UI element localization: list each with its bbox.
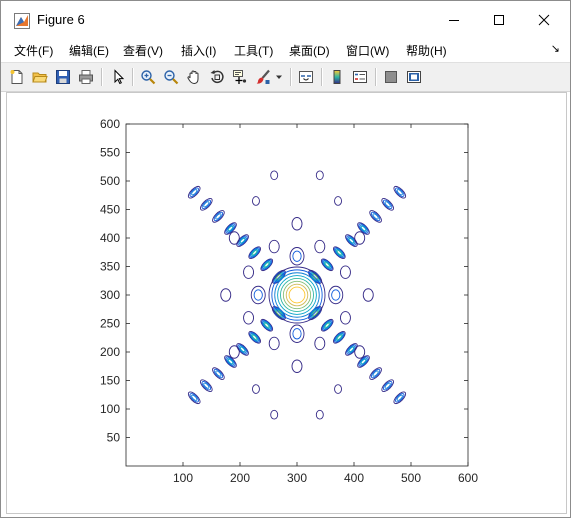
zoom-out-icon — [164, 70, 179, 85]
y-tick-label: 350 — [100, 260, 120, 274]
axes-background — [126, 124, 468, 466]
matlab-figure-icon — [14, 13, 30, 29]
toolbar-separator — [321, 68, 323, 86]
pan-button[interactable] — [184, 67, 204, 87]
y-tick-label: 150 — [100, 374, 120, 388]
x-tick-label: 400 — [344, 471, 364, 485]
menu-file[interactable]: 文件(F) — [14, 42, 53, 59]
x-tick-label: 500 — [401, 471, 421, 485]
insert-legend-button[interactable] — [350, 67, 370, 87]
minimize-icon — [449, 20, 459, 21]
y-tick-label: 450 — [100, 203, 120, 217]
y-tick-label: 200 — [100, 345, 120, 359]
brush-button[interactable] — [253, 67, 273, 87]
insert-colorbar-icon — [333, 70, 341, 84]
menu-insert[interactable]: 插入(I) — [181, 42, 216, 59]
new-figure-icon — [10, 70, 23, 84]
print-button[interactable] — [76, 67, 96, 87]
window-title: Figure 6 — [37, 12, 85, 27]
y-tick-label: 600 — [100, 117, 120, 131]
link-plot-icon — [299, 71, 313, 83]
close-icon — [538, 14, 550, 26]
zoom-in-icon — [141, 70, 156, 85]
open-file-button[interactable] — [30, 67, 50, 87]
show-plot-tools-icon — [407, 71, 421, 83]
toolbar-separator — [290, 68, 292, 86]
toolbar-separator — [375, 68, 377, 86]
zoom-out-button[interactable] — [161, 67, 181, 87]
y-tick-label: 250 — [100, 317, 120, 331]
data-cursor-icon — [233, 70, 247, 84]
hide-plot-tools-button[interactable] — [381, 67, 401, 87]
y-tick-label: 400 — [100, 231, 120, 245]
title-bar[interactable]: Figure 6 — [1, 1, 570, 39]
y-tick-label: 100 — [100, 402, 120, 416]
link-plot-button[interactable] — [296, 67, 316, 87]
y-tick-label: 300 — [100, 288, 120, 302]
close-button[interactable] — [521, 5, 567, 35]
save-button[interactable] — [53, 67, 73, 87]
y-tick-label: 50 — [107, 431, 121, 445]
contour-plot[interactable]: 100 200 300 400 500 600 50 100 150 200 250 300 350 40… — [7, 93, 566, 513]
x-tick-label: 600 — [458, 471, 478, 485]
insert-colorbar-button[interactable] — [327, 67, 347, 87]
pan-hand-icon — [187, 70, 199, 85]
show-plot-tools-button[interactable] — [404, 67, 424, 87]
brush-dropdown-icon — [276, 75, 282, 79]
menu-edit[interactable]: 编辑(E) — [69, 42, 109, 59]
maximize-button[interactable] — [476, 5, 522, 35]
menu-tools[interactable]: 工具(T) — [234, 42, 273, 59]
brush-dropdown-button[interactable] — [273, 67, 285, 87]
figure-window: Figure 6 文件(F) 编辑(E) 查看(V) 插入(I) 工具(T) 桌… — [0, 0, 571, 518]
insert-legend-icon — [353, 71, 367, 83]
select-arrow-icon — [114, 69, 125, 85]
menu-window[interactable]: 窗口(W) — [346, 42, 389, 59]
x-tick-label: 200 — [230, 471, 250, 485]
y-tick-label: 500 — [100, 174, 120, 188]
zoom-in-button[interactable] — [138, 67, 158, 87]
save-icon — [56, 70, 70, 84]
menu-help[interactable]: 帮助(H) — [406, 42, 447, 59]
hide-plot-tools-icon — [385, 71, 397, 83]
data-cursor-button[interactable] — [230, 67, 250, 87]
x-tick-label: 100 — [173, 471, 193, 485]
toolbar-separator — [132, 68, 134, 86]
toolbar-separator — [101, 68, 103, 86]
menu-view[interactable]: 查看(V) — [123, 42, 163, 59]
menu-overflow-arrow[interactable]: ↘ — [551, 42, 560, 55]
figure-canvas[interactable]: 100 200 300 400 500 600 50 100 150 200 250 300 350 40… — [6, 92, 567, 514]
minimize-button[interactable] — [431, 5, 477, 35]
brush-icon — [256, 69, 270, 84]
rotate-3d-button[interactable] — [207, 67, 227, 87]
menu-bar: 文件(F) 编辑(E) 查看(V) 插入(I) 工具(T) 桌面(D) 窗口(W… — [1, 39, 570, 61]
print-icon — [79, 70, 93, 84]
maximize-icon — [494, 15, 504, 25]
open-file-icon — [32, 72, 48, 83]
x-tick-label: 300 — [287, 471, 307, 485]
new-figure-button[interactable] — [7, 67, 27, 87]
figure-toolbar — [1, 62, 570, 92]
rotate-3d-icon — [210, 70, 224, 84]
menu-desktop[interactable]: 桌面(D) — [289, 42, 330, 59]
select-arrow-button[interactable] — [108, 67, 128, 87]
y-tick-label: 550 — [100, 146, 120, 160]
